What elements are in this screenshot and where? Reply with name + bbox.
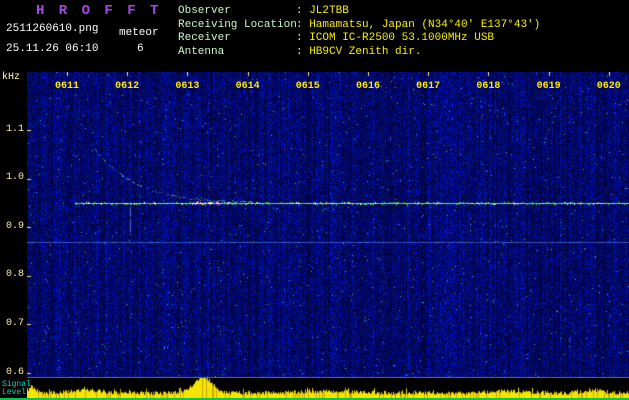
x-tick-label: 0616 (354, 81, 382, 92)
filename: 2511260610.png (6, 23, 98, 35)
x-tick-label: 0614 (234, 81, 262, 92)
x-tick-label: 0618 (474, 81, 502, 92)
level-strip-label-line2: Level (2, 389, 31, 397)
hrofft-image: H R O F F T 2511260610.png meteor 25.11.… (0, 0, 629, 400)
info-row-antenna: Antenna: HB9CV Zenith dir. (178, 46, 628, 60)
y-tick-label: 0.7 (4, 318, 24, 329)
info-separator: : (296, 19, 309, 31)
y-axis-unit-label: kHz (2, 72, 20, 83)
spectrogram-canvas (27, 72, 629, 378)
level-strip-label: Signal Level (2, 381, 31, 397)
info-label: Receiver (178, 32, 296, 44)
y-tick-label: 0.9 (4, 221, 24, 232)
info-row-receiver: Receiver: ICOM IC-R2500 53.1000MHz USB (178, 32, 628, 46)
y-tick-label: 1.0 (4, 172, 24, 183)
info-label: Antenna (178, 46, 296, 58)
info-value: Hamamatsu, Japan (N34°40' E137°43') (309, 19, 540, 31)
info-row-observer: Observer: JL2TBB (178, 5, 628, 19)
x-tick-label: 0617 (414, 81, 442, 92)
y-tick-label: 0.6 (4, 367, 24, 378)
x-tick-label: 0613 (173, 81, 201, 92)
observation-datetime: 25.11.26 06:10 (6, 43, 98, 55)
x-tick-label: 0619 (535, 81, 563, 92)
info-separator: : (296, 32, 309, 44)
observation-type-label: meteor (119, 27, 159, 39)
info-value: JL2TBB (309, 5, 349, 17)
echo-count: 6 (137, 43, 144, 55)
x-tick-label: 0620 (595, 81, 623, 92)
station-info: Observer: JL2TBB Receiving Location: Ham… (178, 5, 628, 60)
info-value: HB9CV Zenith dir. (309, 46, 421, 58)
info-separator: : (296, 5, 309, 17)
app-title: H R O F F T (36, 3, 161, 19)
y-tick-label: 1.1 (4, 124, 24, 135)
x-tick-label: 0615 (294, 81, 322, 92)
info-label: Receiving Location (178, 19, 296, 31)
info-row-location: Receiving Location: Hamamatsu, Japan (N3… (178, 19, 628, 33)
info-value: ICOM IC-R2500 53.1000MHz USB (309, 32, 494, 44)
level-strip-canvas (27, 378, 629, 398)
info-separator: : (296, 46, 309, 58)
x-tick-label: 0612 (113, 81, 141, 92)
y-tick-label: 0.8 (4, 269, 24, 280)
info-label: Observer (178, 5, 296, 17)
x-tick-label: 0611 (53, 81, 81, 92)
